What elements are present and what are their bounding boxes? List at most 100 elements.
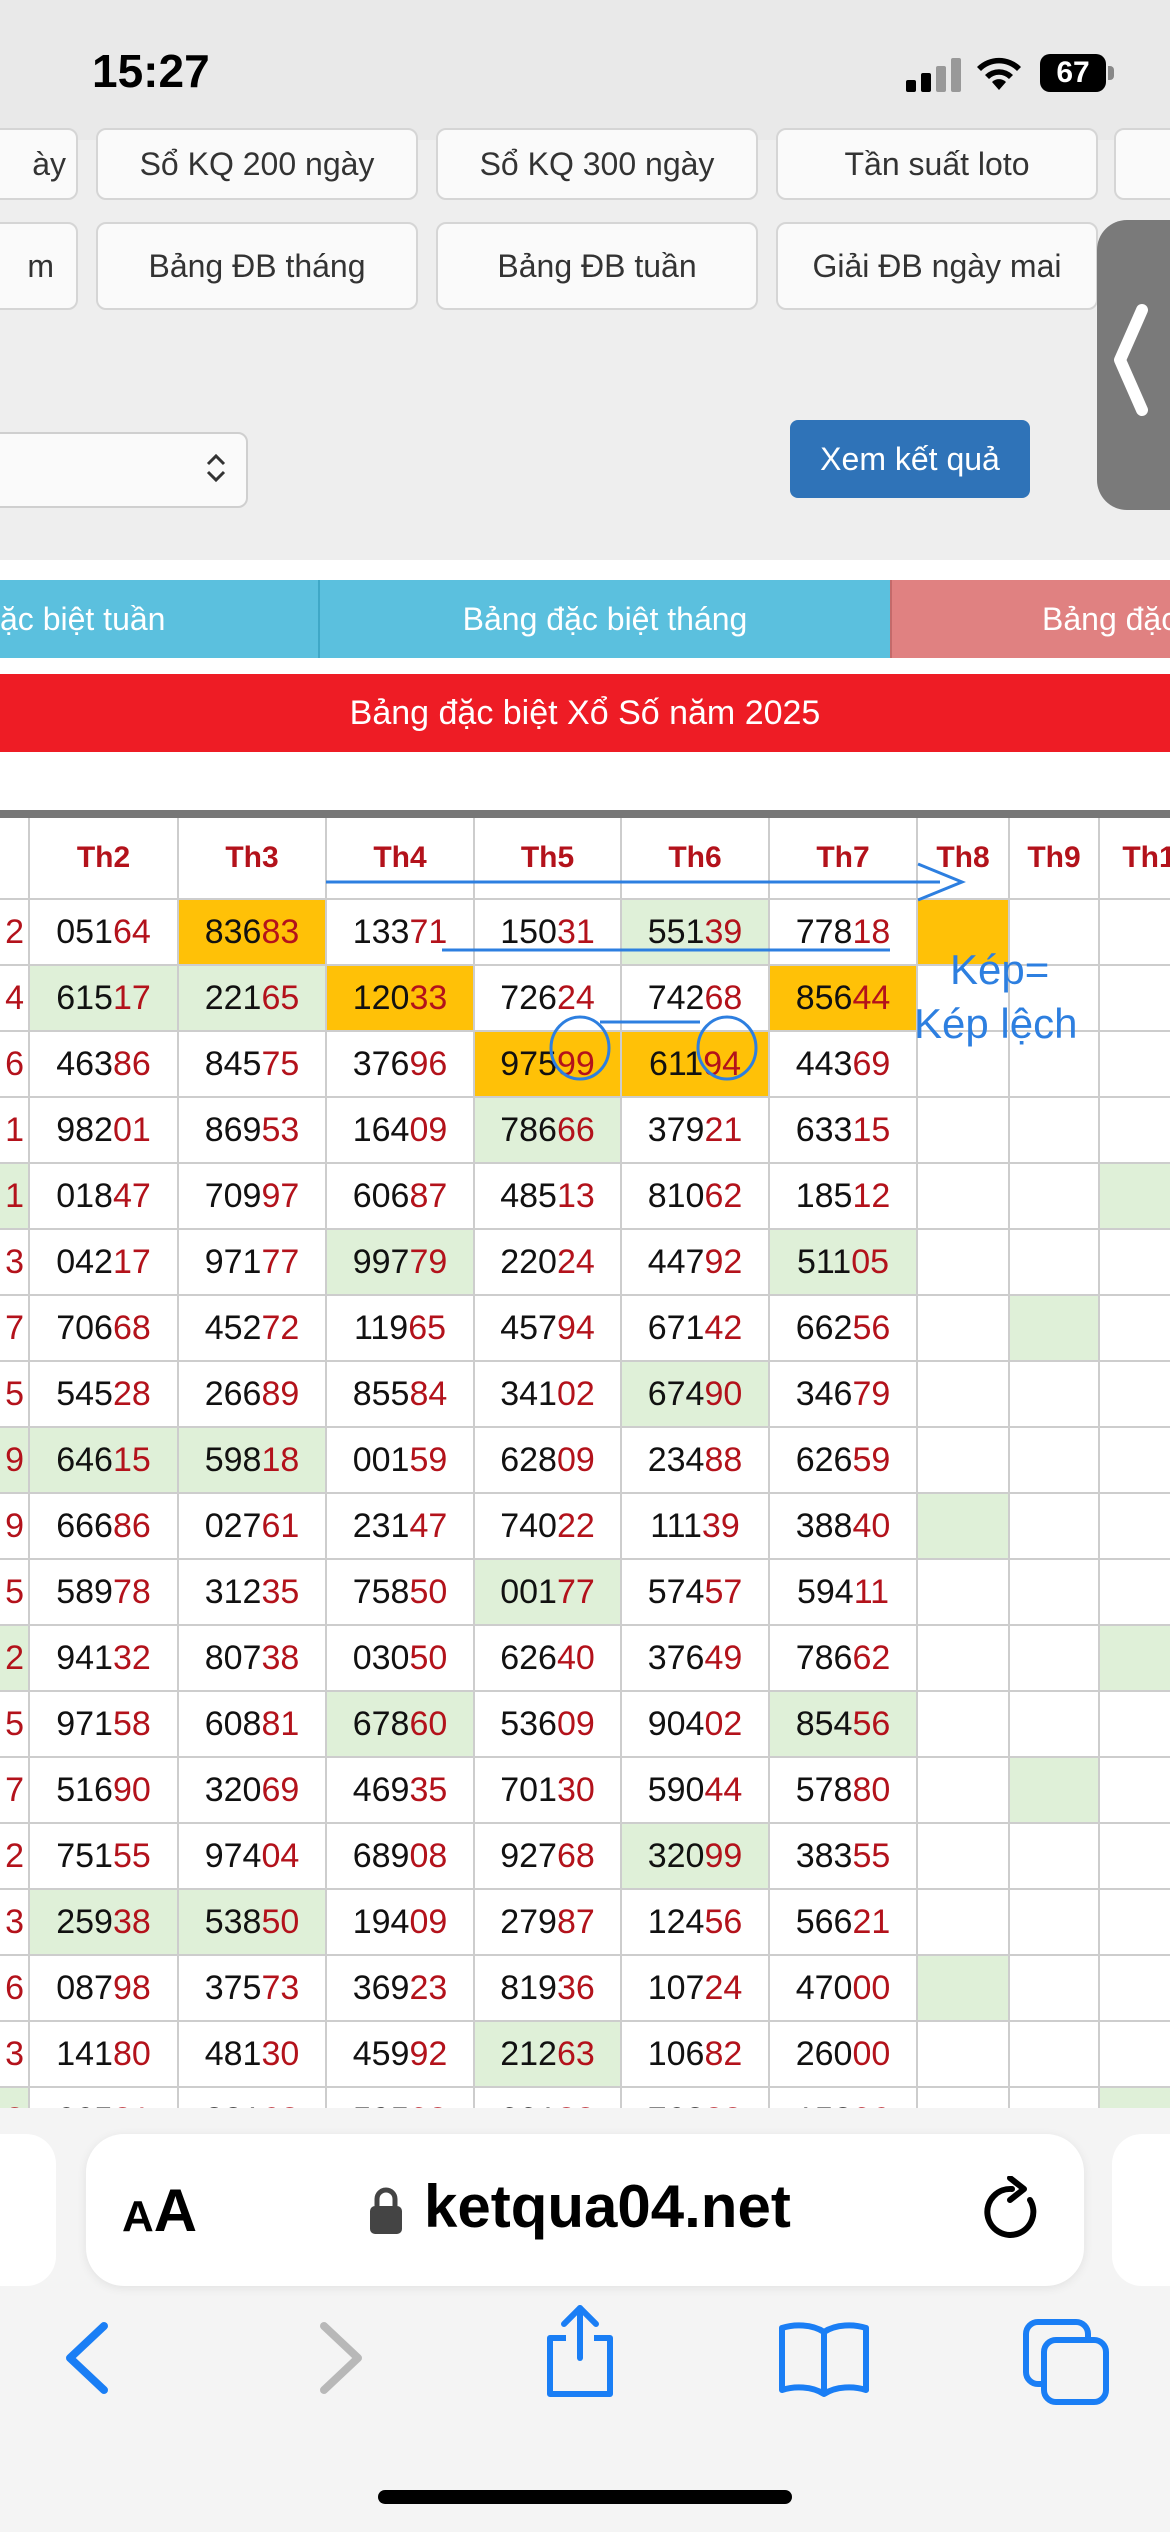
result-head-digits: 709 — [204, 1176, 262, 1215]
nav-button-bang-db-tuan[interactable]: Bảng ĐB tuần — [436, 222, 758, 310]
result-cell: 608 81 — [179, 1692, 327, 1758]
result-cell: 810 62 — [622, 1164, 770, 1230]
empty-cell — [1100, 900, 1170, 966]
result-tail-digits: 13 — [556, 1176, 595, 1215]
result-tail-digits: 92 — [409, 2034, 448, 2073]
result-cell: 485 13 — [475, 1164, 622, 1230]
result-cell: 018 47 — [30, 1164, 179, 1230]
empty-cell — [918, 1956, 1010, 2022]
nav-button-row2-0[interactable]: m — [0, 222, 78, 310]
result-head-digits: 758 — [352, 1572, 410, 1611]
result-cell: 971 58 — [30, 1692, 179, 1758]
result-tail-digits: 50 — [409, 1572, 448, 1611]
result-head-digits: 536 — [500, 1704, 557, 1743]
tab-dac-biet-thang[interactable]: Bảng đặc biệt tháng — [318, 580, 890, 658]
tab-dac-biet-nam[interactable]: Bảng đặc — [890, 580, 1170, 658]
back-icon[interactable] — [58, 2318, 118, 2398]
stub-digit: 5 — [5, 1374, 24, 1413]
nav-button-row1-0[interactable]: ày — [0, 128, 78, 200]
result-cell: 611 94 — [622, 1032, 770, 1098]
result-tail-digits: 28 — [112, 1374, 151, 1413]
result-head-digits: 941 — [56, 1638, 113, 1677]
view-results-button[interactable]: Xem kết quả — [790, 420, 1030, 498]
result-head-digits: 538 — [204, 1902, 262, 1941]
result-cell: 628 09 — [475, 1428, 622, 1494]
result-head-digits: 312 — [204, 1572, 262, 1611]
table-header-cell: Th9 — [1010, 818, 1100, 900]
previous-tab-card[interactable] — [0, 2134, 56, 2286]
result-head-digits: 018 — [56, 1176, 113, 1215]
result-cell: 150 31 — [475, 900, 622, 966]
result-head-digits: 626 — [795, 1440, 853, 1479]
result-head-digits: 662 — [795, 1308, 853, 1347]
home-indicator[interactable] — [378, 2490, 792, 2504]
nav-button-bang-db-thang[interactable]: Bảng ĐB tháng — [96, 222, 418, 310]
result-tail-digits: 71 — [409, 912, 448, 951]
result-tail-digits: 21 — [113, 2101, 151, 2109]
result-head-digits: 819 — [500, 1968, 557, 2007]
result-cell: 376 96 — [327, 1032, 475, 1098]
result-head-digits: 671 — [647, 1308, 705, 1347]
url-text[interactable]: ketqua04.net — [424, 2172, 791, 2241]
result-tail-digits: 56 — [852, 1308, 891, 1347]
empty-cell — [1100, 1164, 1170, 1230]
result-cell: 516 90 — [30, 1758, 179, 1824]
result-head-digits: 742 — [647, 978, 705, 1017]
result-head-digits: 234 — [647, 1440, 705, 1479]
result-cell: 111 39 — [622, 1494, 770, 1560]
tabs-icon[interactable] — [1022, 2318, 1112, 2408]
stub-digit: 5 — [5, 1572, 24, 1611]
result-tail-digits: 04 — [261, 1836, 300, 1875]
result-head-digits: 615 — [56, 978, 113, 1017]
nav-button-row1-4[interactable] — [1114, 128, 1170, 200]
nav-button-giai-db-ngay-mai[interactable]: Giải ĐB ngày mai — [776, 222, 1098, 310]
empty-cell — [1010, 1098, 1100, 1164]
empty-cell — [918, 1230, 1010, 1296]
result-tail-digits: 09 — [556, 1440, 595, 1479]
result-tail-digits: 39 — [704, 912, 743, 951]
result-head-digits: 320 — [647, 1836, 705, 1875]
result-tail-digits: 96 — [409, 1044, 448, 1083]
result-head-digits: 457 — [500, 1308, 557, 1347]
empty-cell — [918, 1296, 1010, 1362]
result-cell: 904 02 — [622, 1692, 770, 1758]
result-head-digits: 974 — [204, 1836, 262, 1875]
result-tail-digits: 18 — [261, 1440, 300, 1479]
result-cell: 856 44 — [770, 966, 918, 1032]
nav-button-so-kq-300[interactable]: Sổ KQ 300 ngày — [436, 128, 758, 200]
result-tail-digits: 77 — [556, 1572, 595, 1611]
nav-button-so-kq-200[interactable]: Sổ KQ 200 ngày — [96, 128, 418, 200]
result-cell: 346 79 — [770, 1362, 918, 1428]
result-cell: 470 00 — [770, 1956, 918, 2022]
next-tab-card[interactable] — [1112, 2134, 1170, 2286]
empty-cell — [1010, 1824, 1100, 1890]
bookmarks-icon[interactable] — [776, 2318, 872, 2398]
result-head-digits: 375 — [204, 1968, 262, 2007]
empty-cell — [1100, 1956, 1170, 2022]
result-head-digits: 320 — [204, 1770, 262, 1809]
result-tail-digits: 01 — [112, 1110, 151, 1149]
reload-icon[interactable] — [980, 2176, 1044, 2246]
result-tail-digits: 75 — [261, 1044, 300, 1083]
stub-digit: 9 — [5, 1440, 24, 1479]
forward-icon[interactable] — [310, 2318, 370, 2398]
table-stub-cell: 2 — [0, 1626, 30, 1692]
result-cell: 927 68 — [475, 1824, 622, 1890]
result-tail-digits: 35 — [261, 1572, 300, 1611]
result-cell: 463 86 — [30, 1032, 179, 1098]
table-stub-cell: 2 — [0, 2088, 30, 2108]
result-tail-digits: 83 — [261, 912, 300, 951]
result-head-digits: 606 — [352, 1176, 410, 1215]
result-head-digits: 470 — [795, 1968, 853, 2007]
nav-button-tan-suat-loto[interactable]: Tần suất loto — [776, 128, 1098, 200]
share-icon[interactable] — [540, 2300, 620, 2400]
table-stub-cell: 3 — [0, 1890, 30, 1956]
result-head-digits: 807 — [204, 1638, 262, 1677]
result-head-digits: 111 — [650, 1506, 702, 1545]
result-cell: 030 50 — [327, 1626, 475, 1692]
reader-settings-button[interactable]: AA — [122, 2176, 197, 2245]
tab-dac-biet-tuan[interactable]: ặc biệt tuần — [0, 580, 318, 658]
empty-cell — [1010, 1692, 1100, 1758]
result-head-digits: 388 — [795, 1506, 853, 1545]
result-tail-digits: 39 — [701, 1506, 740, 1545]
